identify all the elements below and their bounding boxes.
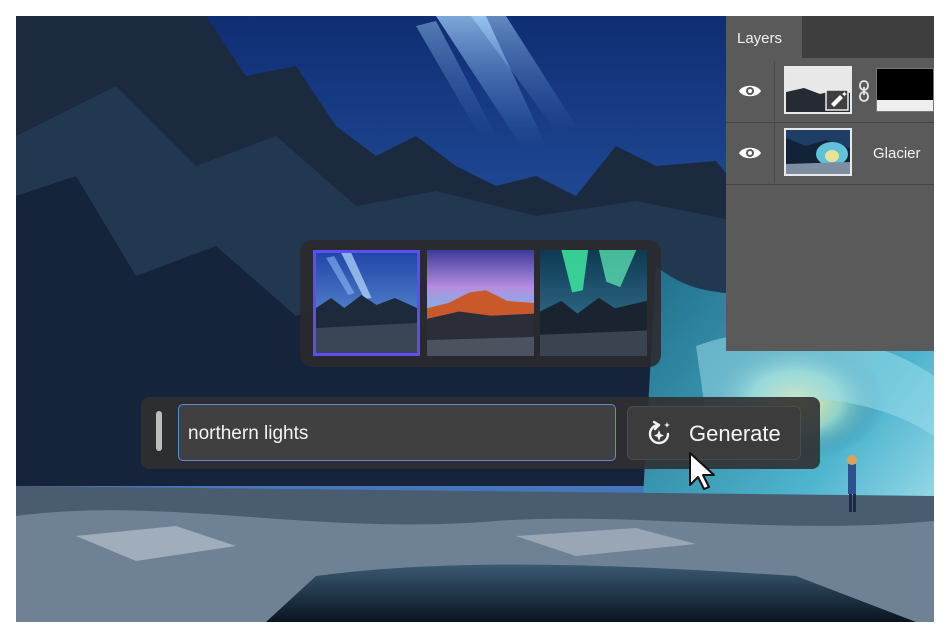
drag-handle[interactable]	[156, 411, 162, 451]
layers-panel: Layers ✦ Glacier	[726, 16, 934, 351]
visibility-eye-icon[interactable]	[738, 143, 762, 163]
svg-text:✦: ✦	[841, 90, 848, 99]
layers-tabbar: Layers	[726, 16, 934, 58]
layer-mask-thumbnail	[876, 68, 934, 112]
layer-thumbnail-generated: ✦	[784, 66, 852, 114]
layer-row-generated[interactable]: ✦	[726, 61, 934, 121]
variation-thumbnail-1[interactable]	[313, 250, 420, 356]
variations-picker	[300, 240, 661, 367]
mask-link-icon[interactable]	[858, 80, 870, 102]
prompt-input[interactable]: northern lights	[178, 404, 616, 461]
generate-sparkle-icon	[648, 420, 670, 445]
layer-row-glacier[interactable]: Glacier	[726, 123, 934, 183]
generate-button-label: Generate	[689, 421, 781, 446]
row-divider	[774, 61, 775, 121]
layer-thumbnail-glacier	[784, 128, 852, 176]
variation-thumbnail-3[interactable]	[540, 250, 647, 356]
layer-divider	[726, 184, 934, 185]
visibility-eye-icon[interactable]	[738, 81, 762, 101]
mouse-cursor-icon	[689, 452, 715, 490]
tab-layers[interactable]: Layers	[726, 16, 802, 58]
layer-name-glacier: Glacier	[873, 145, 921, 162]
row-divider	[774, 123, 775, 183]
variation-thumbnail-2[interactable]	[427, 250, 534, 356]
